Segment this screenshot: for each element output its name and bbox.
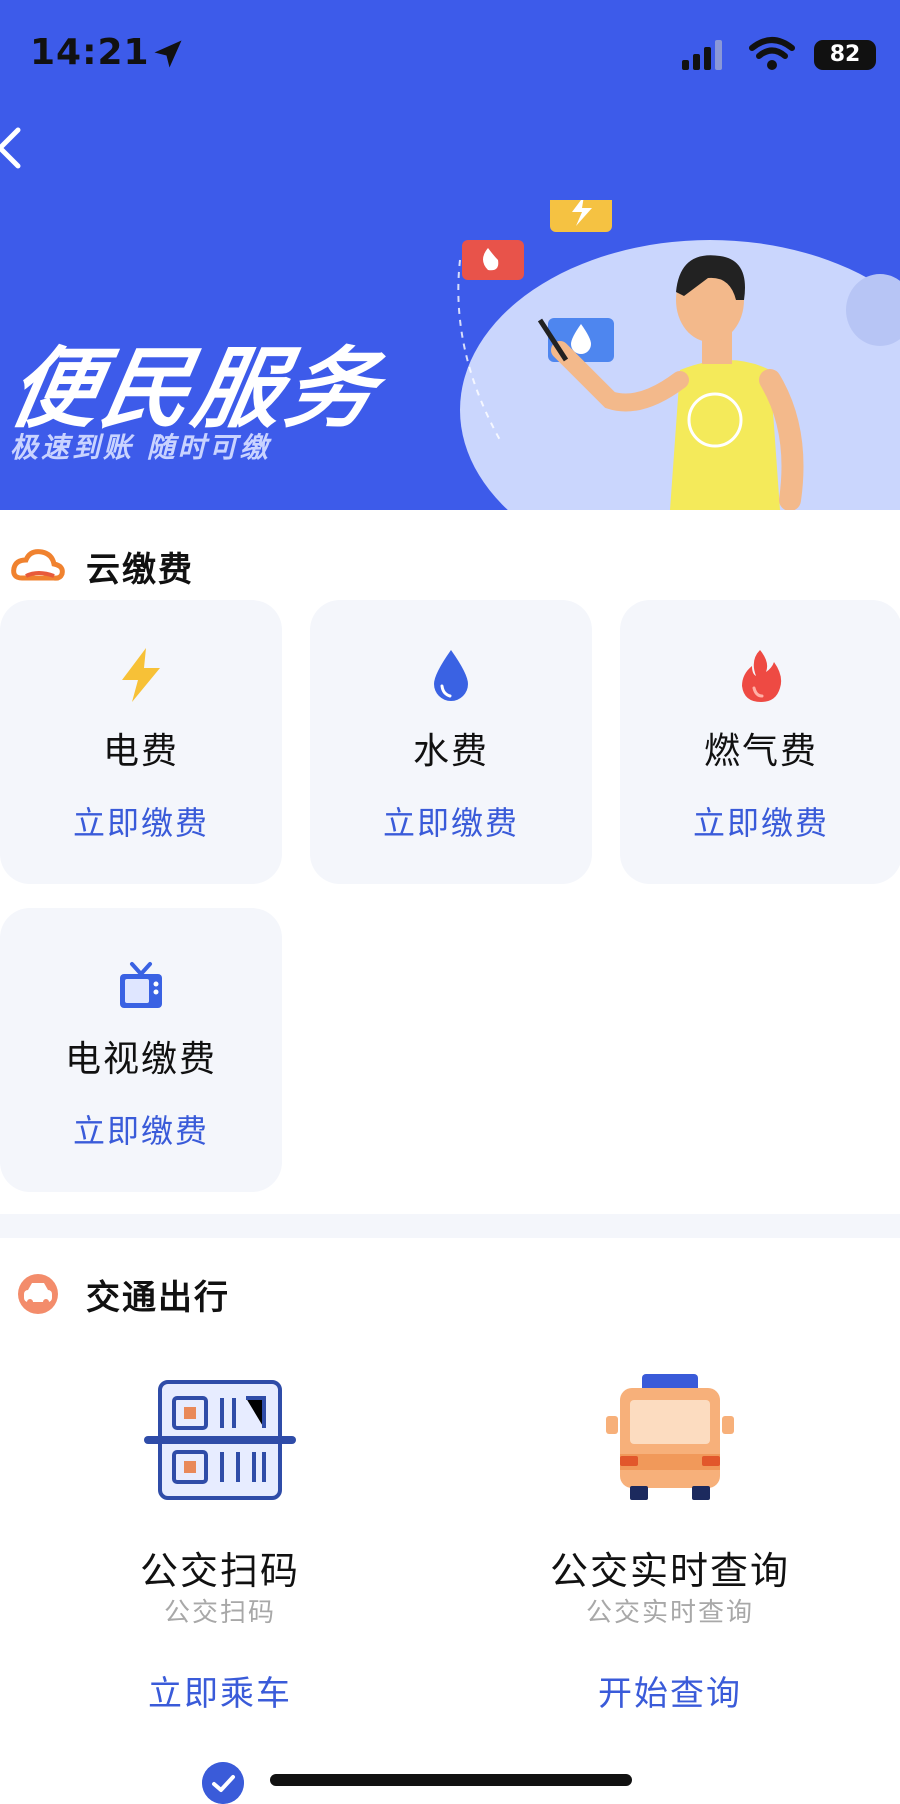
bus-icon [606, 1374, 734, 1500]
start-query-link[interactable]: 开始查询 [450, 1666, 890, 1715]
pay-now-link[interactable]: 立即缴费 [310, 798, 592, 844]
transport-name: 公交扫码 [139, 1549, 300, 1593]
cloud-icon [11, 549, 65, 581]
ride-now-link[interactable]: 立即乘车 [0, 1666, 440, 1715]
transport-subtitle: 公交实时查询 [585, 1598, 754, 1628]
cell-signal-icon [682, 40, 722, 70]
card-name: 水费 [412, 731, 489, 772]
qr-scan-icon [144, 1380, 296, 1500]
pay-now-link[interactable]: 立即缴费 [0, 1106, 282, 1152]
pay-now-link[interactable]: 立即缴费 [620, 798, 900, 844]
banner-subtitle: 极速到账 随时可缴 [10, 431, 271, 464]
flame-icon [742, 650, 782, 702]
electricity-card[interactable]: 电费 立即缴费 [0, 600, 282, 884]
bus-scan-item[interactable]: 公交扫码 公交扫码 立即乘车 [0, 1370, 440, 1714]
check-badge-icon [202, 1762, 244, 1804]
back-arrow-icon[interactable] [0, 126, 24, 170]
water-drop-icon [434, 650, 468, 701]
tv-card[interactable]: 电视缴费 立即缴费 [0, 908, 282, 1192]
transport-subtitle: 公交扫码 [163, 1598, 276, 1628]
home-indicator[interactable] [270, 1774, 632, 1786]
location-arrow-icon [154, 40, 182, 68]
gas-card[interactable]: 燃气费 立即缴费 [620, 600, 900, 884]
lightning-icon [122, 648, 160, 702]
car-icon [18, 1274, 58, 1314]
tv-icon [120, 962, 162, 1008]
card-name: 电费 [102, 731, 179, 772]
status-bar: 14:21 82 [0, 0, 900, 110]
transport-header: 交通出行 [0, 1254, 900, 1334]
cloud-pay-header: 云缴费 [0, 526, 900, 606]
person-illustration-icon [457, 200, 900, 510]
transport-name: 公交实时查询 [549, 1549, 790, 1593]
water-card[interactable]: 水费 立即缴费 [310, 600, 592, 884]
status-time: 14:21 [30, 32, 150, 73]
pay-now-link[interactable]: 立即缴费 [0, 798, 282, 844]
cloud-pay-title: 云缴费 [86, 549, 194, 590]
card-name: 燃气费 [703, 731, 818, 772]
wifi-icon [749, 37, 795, 70]
card-name: 电视缴费 [64, 1039, 217, 1080]
transport-title: 交通出行 [86, 1277, 230, 1318]
bus-realtime-item[interactable]: 公交实时查询 公交实时查询 开始查询 [450, 1370, 890, 1714]
hero-banner: 14:21 82 便民服务 极速到账 随时可缴 [0, 0, 900, 510]
battery-indicator: 82 [814, 40, 876, 70]
section-divider [0, 1214, 900, 1238]
